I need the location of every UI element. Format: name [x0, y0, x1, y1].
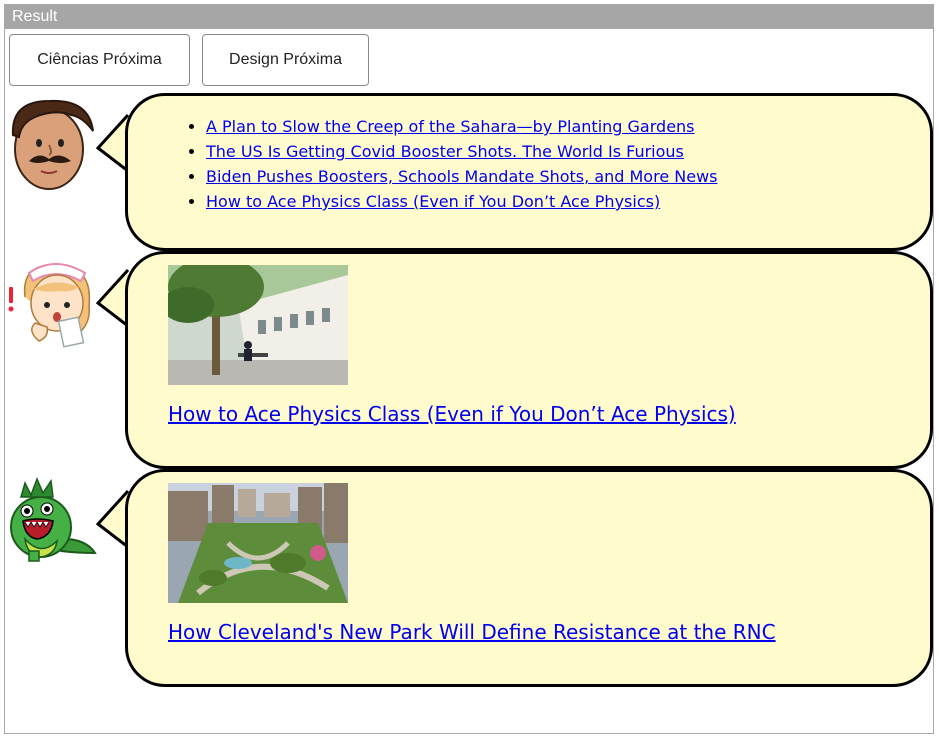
list-item: The US Is Getting Covid Booster Shots. T…: [206, 139, 717, 164]
list-item: A Plan to Slow the Creep of the Sahara—b…: [206, 114, 717, 139]
green-dinosaur-avatar: [5, 469, 101, 565]
article-headline-link[interactable]: How Cleveland's New Park Will Define Res…: [168, 620, 776, 644]
list-item: Biden Pushes Boosters, Schools Mandate S…: [206, 164, 717, 189]
result-frame: Result Ciências Próxima Design Próxima A…: [4, 4, 934, 734]
window-title: Result: [5, 5, 933, 29]
bubble-body: How to Ace Physics Class (Even if You Do…: [125, 251, 933, 469]
city-park-aerial-photo[interactable]: [168, 483, 348, 603]
news-link[interactable]: A Plan to Slow the Creep of the Sahara—b…: [206, 117, 695, 136]
speech-bubble-physics: How to Ace Physics Class (Even if You Do…: [5, 251, 933, 469]
speech-bubble-links: A Plan to Slow the Creep of the Sahara—b…: [5, 93, 933, 251]
news-link[interactable]: Biden Pushes Boosters, Schools Mandate S…: [206, 167, 717, 186]
bubble-body: How Cleveland's New Park Will Define Res…: [125, 469, 933, 687]
speech-bubble-cleveland: How Cleveland's New Park Will Define Res…: [5, 469, 933, 687]
article-headline-link[interactable]: How to Ace Physics Class (Even if You Do…: [168, 402, 736, 426]
design-next-button[interactable]: Design Próxima: [202, 34, 369, 86]
news-link[interactable]: The US Is Getting Covid Booster Shots. T…: [206, 142, 684, 161]
bubble-body: A Plan to Slow the Creep of the Sahara—b…: [125, 93, 933, 251]
nurse-avatar: [5, 253, 101, 349]
ciencias-next-button[interactable]: Ciências Próxima: [9, 34, 190, 86]
campus-courtyard-photo[interactable]: [168, 265, 348, 385]
news-link[interactable]: How to Ace Physics Class (Even if You Do…: [206, 192, 660, 211]
news-link-list: A Plan to Slow the Creep of the Sahara—b…: [168, 114, 717, 214]
list-item: How to Ace Physics Class (Even if You Do…: [206, 189, 717, 214]
mustache-man-avatar: [5, 95, 101, 191]
